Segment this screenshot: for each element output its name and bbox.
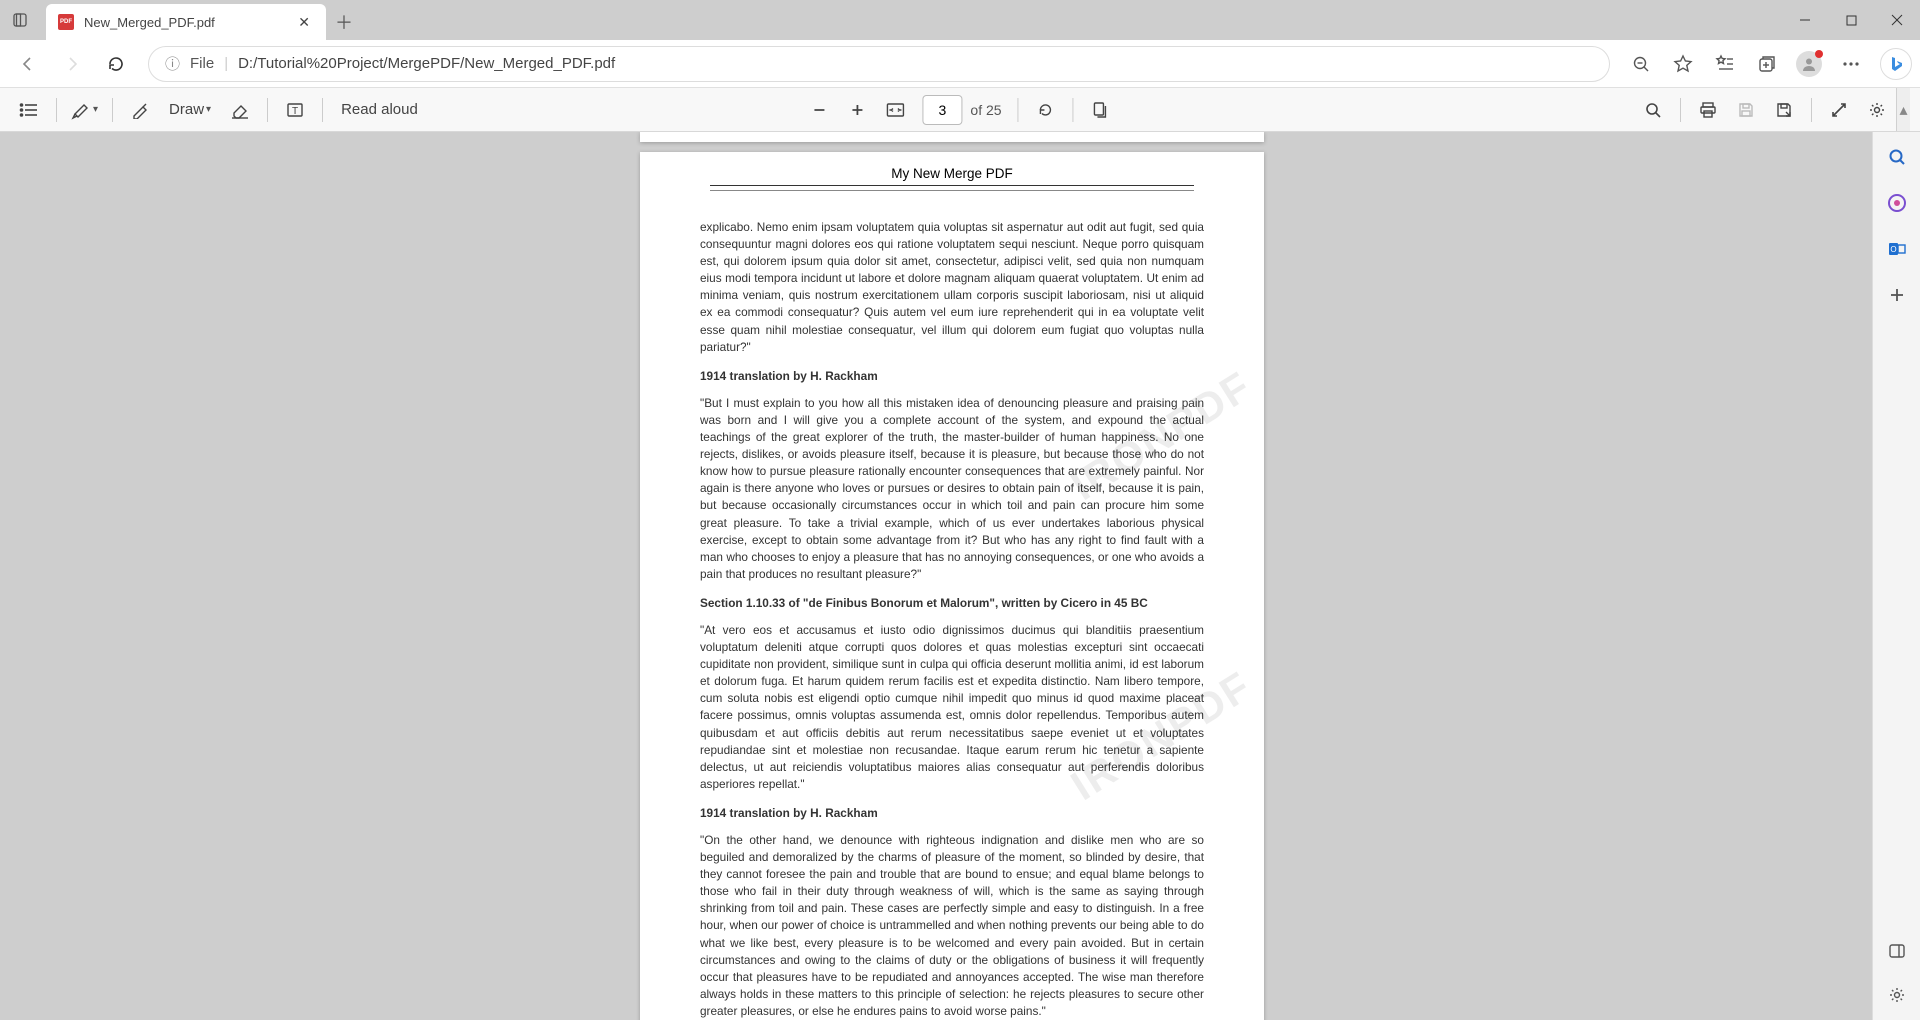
heading: 1914 translation by H. Rackham	[700, 805, 1204, 822]
url-path: D:/Tutorial%20Project/MergePDF/New_Merge…	[238, 55, 615, 72]
zoom-in-button[interactable]	[838, 91, 876, 129]
maximize-button[interactable]	[1828, 0, 1874, 40]
url-input[interactable]: ⓘ File | D:/Tutorial%20Project/MergePDF/…	[148, 46, 1610, 82]
profile-avatar[interactable]	[1796, 51, 1822, 77]
print-button[interactable]	[1689, 91, 1727, 129]
tab-title: New_Merged_PDF.pdf	[84, 15, 294, 30]
zoom-out-button[interactable]	[800, 91, 838, 129]
collections-icon[interactable]	[1748, 45, 1786, 83]
forward-button	[52, 44, 92, 84]
tab-close-button[interactable]: ✕	[294, 14, 314, 31]
sidebar-settings-icon[interactable]	[1884, 982, 1910, 1008]
pdf-file-icon: PDF	[58, 14, 74, 30]
copilot-icon[interactable]	[1884, 190, 1910, 216]
pdf-page-prev	[640, 132, 1264, 142]
more-menu-button[interactable]	[1832, 45, 1870, 83]
rotate-button[interactable]	[1027, 91, 1065, 129]
highlight-button[interactable]: ▾	[65, 91, 104, 129]
page-viewer[interactable]: My New Merge PDF IRONPDF IRONPDF explica…	[0, 132, 1904, 1020]
heading: 1914 translation by H. Rackham	[700, 368, 1204, 385]
tab-actions-button[interactable]	[0, 0, 40, 40]
fit-page-button[interactable]	[876, 91, 914, 129]
pdf-toolbar: ▾ Draw▾ T Read aloud of 25 ▴	[0, 88, 1920, 132]
page-header-title: My New Merge PDF	[700, 164, 1204, 185]
svg-text:T: T	[292, 106, 298, 117]
favorite-icon[interactable]	[1664, 45, 1702, 83]
draw-button[interactable]	[121, 91, 159, 129]
heading: Section 1.10.33 of "de Finibus Bonorum e…	[700, 595, 1204, 612]
paragraph: "But I must explain to you how all this …	[700, 395, 1204, 583]
read-aloud-button[interactable]: Read aloud	[331, 91, 428, 129]
add-sidebar-app-button[interactable]	[1884, 282, 1910, 308]
paragraph: "At vero eos et accusamus et iusto odio …	[700, 622, 1204, 793]
pdf-page: My New Merge PDF IRONPDF IRONPDF explica…	[640, 152, 1264, 1020]
bing-button[interactable]	[1880, 48, 1912, 80]
title-bar: PDF New_Merged_PDF.pdf ✕ ＋	[0, 0, 1920, 40]
toolbar-scroll-up[interactable]: ▴	[1896, 88, 1910, 131]
add-text-button[interactable]: T	[276, 91, 314, 129]
find-button[interactable]	[1634, 91, 1672, 129]
chevron-down-icon: ▾	[93, 104, 98, 115]
save-as-button[interactable]	[1765, 91, 1803, 129]
favorites-list-icon[interactable]	[1706, 45, 1744, 83]
svg-text:O: O	[1890, 245, 1896, 254]
paragraph: explicabo. Nemo enim ipsam voluptatem qu…	[700, 219, 1204, 356]
back-button[interactable]	[8, 44, 48, 84]
sidebar-collapse-icon[interactable]	[1884, 938, 1910, 964]
pdf-viewport: My New Merge PDF IRONPDF IRONPDF explica…	[0, 132, 1920, 1020]
refresh-button[interactable]	[96, 44, 136, 84]
search-icon[interactable]	[1884, 144, 1910, 170]
site-info-icon[interactable]: ⓘ	[165, 53, 180, 74]
browser-tab[interactable]: PDF New_Merged_PDF.pdf ✕	[46, 4, 326, 40]
outlook-icon[interactable]: O	[1884, 236, 1910, 262]
minimize-button[interactable]	[1782, 0, 1828, 40]
address-bar: ⓘ File | D:/Tutorial%20Project/MergePDF/…	[0, 40, 1920, 88]
pdf-settings-button[interactable]	[1858, 91, 1896, 129]
page-body: explicabo. Nemo enim ipsam voluptatem qu…	[700, 219, 1204, 1020]
contents-toggle-button[interactable]	[10, 91, 48, 129]
page-number-input[interactable]	[922, 95, 962, 125]
close-window-button[interactable]	[1874, 0, 1920, 40]
draw-label[interactable]: Draw▾	[159, 91, 221, 129]
zoom-out-icon[interactable]	[1622, 45, 1660, 83]
paragraph: "On the other hand, we denounce with rig…	[700, 832, 1204, 1020]
chevron-down-icon: ▾	[206, 104, 211, 115]
url-scheme: File	[190, 55, 214, 72]
save-button[interactable]	[1727, 91, 1765, 129]
new-tab-button[interactable]: ＋	[326, 4, 362, 40]
page-total-label: of 25	[970, 102, 1001, 118]
erase-button[interactable]	[221, 91, 259, 129]
edge-sidebar: O	[1872, 132, 1920, 1020]
page-view-button[interactable]	[1082, 91, 1120, 129]
fullscreen-button[interactable]	[1820, 91, 1858, 129]
window-controls	[1782, 0, 1920, 40]
